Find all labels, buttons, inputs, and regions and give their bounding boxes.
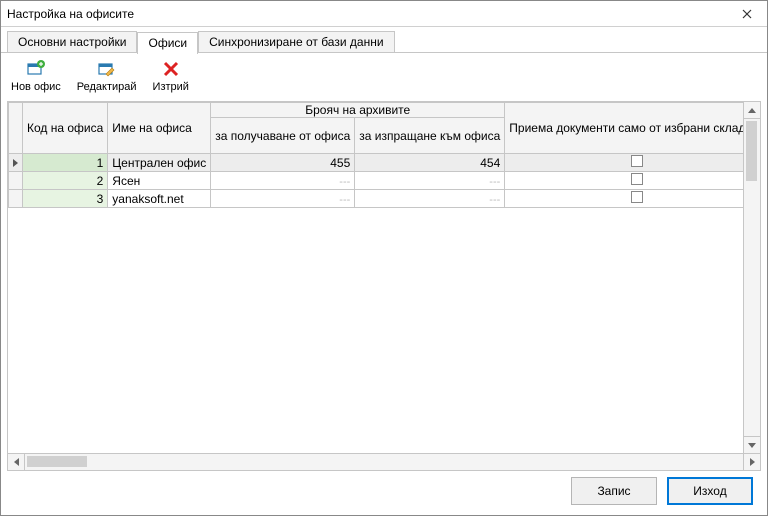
col-archive-group[interactable]: Брояч на архивите — [211, 103, 505, 118]
cell-recv[interactable]: --- — [211, 172, 355, 190]
row-indicator-icon — [13, 159, 18, 167]
cell-recv[interactable]: --- — [211, 190, 355, 208]
exit-button[interactable]: Изход — [667, 477, 753, 505]
col-rowheader — [9, 103, 23, 154]
tab-label: Синхронизиране от бази данни — [209, 35, 383, 49]
chevron-left-icon — [14, 458, 19, 466]
cell-recv[interactable]: 455 — [211, 154, 355, 172]
vertical-scrollbar[interactable] — [743, 102, 760, 453]
toolbar: Нов офис Редактирай Изтрий — [1, 53, 767, 101]
tab-strip: Основни настройки Офиси Синхронизиране о… — [1, 27, 767, 53]
cell-send[interactable]: --- — [355, 190, 505, 208]
button-label: Изход — [693, 484, 726, 498]
scroll-left-button[interactable] — [8, 454, 25, 470]
edit-office-button[interactable]: Редактирай — [77, 59, 137, 93]
cell-send[interactable]: --- — [355, 172, 505, 190]
table-row[interactable]: 2Ясен------ — [9, 172, 761, 190]
table-row[interactable]: 3yanaksoft.net------ — [9, 190, 761, 208]
tab-offices[interactable]: Офиси — [137, 32, 198, 54]
tab-sync[interactable]: Синхронизиране от бази данни — [198, 31, 394, 53]
window: Настройка на офисите Основни настройки О… — [0, 0, 768, 516]
cell-name[interactable]: Централен офис — [108, 154, 211, 172]
scroll-down-button[interactable] — [744, 436, 760, 453]
cell-code[interactable]: 2 — [23, 172, 108, 190]
checkbox[interactable] — [631, 173, 643, 185]
footer: Запис Изход — [1, 477, 767, 515]
window-title: Настройка на офисите — [7, 7, 733, 21]
cell-name[interactable]: yanaksoft.net — [108, 190, 211, 208]
checkbox[interactable] — [631, 155, 643, 167]
tab-label: Основни настройки — [18, 35, 126, 49]
horizontal-scrollbar[interactable] — [8, 453, 760, 470]
tab-label: Офиси — [148, 36, 187, 50]
offices-table: Код на офиса Име на офиса Брояч на архив… — [8, 102, 760, 208]
new-office-icon — [26, 59, 46, 79]
tab-main-settings[interactable]: Основни настройки — [7, 31, 137, 53]
cell-accept[interactable] — [505, 172, 760, 190]
cell-accept[interactable] — [505, 190, 760, 208]
cell-code[interactable]: 1 — [23, 154, 108, 172]
chevron-up-icon — [748, 108, 756, 113]
chevron-right-icon — [750, 458, 755, 466]
scroll-up-button[interactable] — [744, 102, 760, 119]
scroll-right-button[interactable] — [743, 454, 760, 470]
edit-icon — [97, 59, 117, 79]
cell-code[interactable]: 3 — [23, 190, 108, 208]
delete-office-button[interactable]: Изтрий — [153, 59, 189, 93]
cell-accept[interactable] — [505, 154, 760, 172]
new-office-button[interactable]: Нов офис — [11, 59, 61, 93]
col-recv[interactable]: за получаване от офиса — [211, 118, 355, 154]
toolbar-label: Редактирай — [77, 81, 137, 93]
toolbar-label: Изтрий — [153, 81, 189, 93]
scroll-track[interactable] — [744, 119, 760, 436]
titlebar: Настройка на офисите — [1, 1, 767, 27]
grid: Код на офиса Име на офиса Брояч на архив… — [7, 101, 761, 471]
col-code[interactable]: Код на офиса — [23, 103, 108, 154]
row-indicator-cell — [9, 154, 23, 172]
row-indicator-cell — [9, 172, 23, 190]
button-label: Запис — [597, 484, 630, 498]
col-accept[interactable]: Приема документи само от избрани складов… — [505, 103, 760, 154]
close-icon — [742, 9, 752, 19]
save-button[interactable]: Запис — [571, 477, 657, 505]
close-button[interactable] — [733, 4, 761, 24]
cell-name[interactable]: Ясен — [108, 172, 211, 190]
chevron-down-icon — [748, 443, 756, 448]
scroll-thumb[interactable] — [27, 456, 87, 467]
checkbox[interactable] — [631, 191, 643, 203]
scroll-thumb[interactable] — [746, 121, 757, 181]
scroll-track[interactable] — [25, 454, 743, 470]
cell-send[interactable]: 454 — [355, 154, 505, 172]
delete-icon — [161, 59, 181, 79]
col-name[interactable]: Име на офиса — [108, 103, 211, 154]
col-send[interactable]: за изпращане към офиса — [355, 118, 505, 154]
grid-viewport: Код на офиса Име на офиса Брояч на архив… — [8, 102, 760, 453]
row-indicator-cell — [9, 190, 23, 208]
toolbar-label: Нов офис — [11, 81, 61, 93]
table-row[interactable]: 1Централен офис455454 — [9, 154, 761, 172]
